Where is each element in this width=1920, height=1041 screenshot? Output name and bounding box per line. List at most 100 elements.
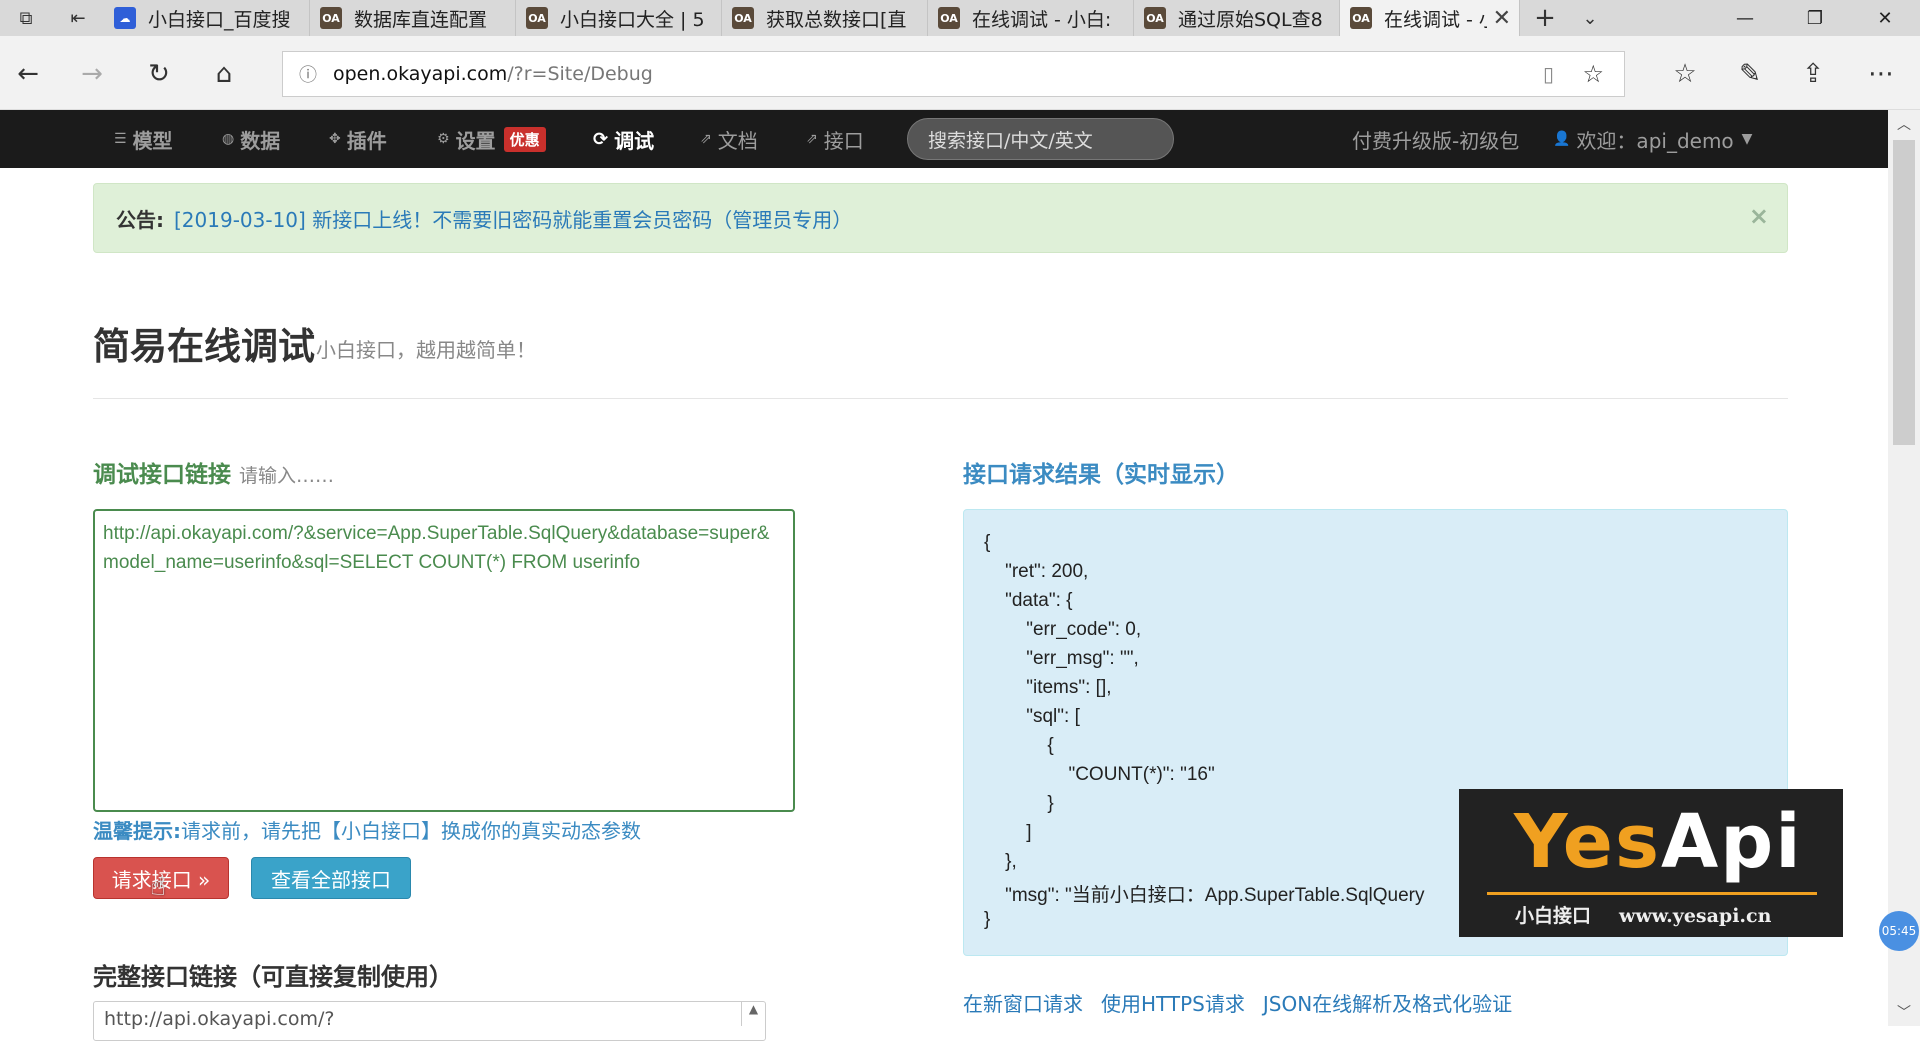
result-line: } — [984, 793, 1054, 814]
discount-badge: 优惠 — [503, 126, 546, 152]
refresh-icon: ⟳ — [593, 128, 609, 150]
announcement-banner: 公告: [2019-03-10] 新接口上线！不需要旧密码就能重置会员密码（管理… — [93, 183, 1788, 253]
info-icon[interactable]: ⓘ — [283, 61, 333, 87]
browser-tab[interactable]: OA 小白接口大全 | 5 — [516, 0, 722, 36]
share-icon[interactable]: ⇪ — [1793, 54, 1833, 94]
tab-title: 在线调试 - 小白: — [972, 8, 1112, 31]
nav-data[interactable]: ◍ 数据 — [222, 110, 280, 168]
okayapi-favicon-icon: OA — [938, 7, 960, 29]
result-line: { — [984, 735, 1054, 756]
announcement-link[interactable]: [2019-03-10] 新接口上线！不需要旧密码就能重置会员密码（管理员专用） — [174, 204, 852, 233]
page-scrollbar[interactable]: ︿ ﹀ — [1888, 110, 1920, 1026]
https-request-link[interactable]: 使用HTTPS请求 — [1101, 988, 1245, 1017]
scrollbar-thumb[interactable] — [1893, 140, 1915, 445]
nav-debug[interactable]: ⟳ 调试 — [593, 110, 654, 168]
nav-plugin[interactable]: ✥ 插件 — [329, 110, 387, 168]
view-all-apis-button[interactable]: 查看全部接口 — [251, 857, 411, 899]
result-line: "COUNT(*)": "16" — [984, 764, 1215, 785]
recording-timer-badge: 05:45 — [1879, 911, 1919, 951]
close-icon[interactable]: × — [1749, 202, 1769, 230]
browser-toolbar: ← → ↻ ⌂ ⓘ open.okayapi.com /?r=Site/Debu… — [0, 36, 1920, 110]
result-line: "data": { — [984, 590, 1073, 611]
warm-tip: 温馨提示:请求前，请先把【小白接口】换成你的真实动态参数 — [93, 819, 641, 843]
share-icon: ⇗ — [700, 131, 712, 147]
refresh-icon[interactable]: ↻ — [139, 54, 179, 94]
nav-api[interactable]: ⇗ 接口 — [806, 110, 864, 168]
result-line: "err_code": 0, — [984, 619, 1142, 640]
divider — [93, 398, 1788, 399]
restore-icon[interactable]: ❐ — [1780, 0, 1850, 36]
set-aside-tabs-icon[interactable]: ⇤ — [52, 0, 104, 36]
share-icon: ⇗ — [806, 131, 818, 147]
okayapi-favicon-icon: OA — [526, 7, 548, 29]
upgrade-link[interactable]: 付费升级版-初级包 — [1352, 110, 1519, 168]
yesapi-watermark-logo: YesApi 小白接口 www.yesapi.cn — [1459, 789, 1843, 937]
result-line: "msg": "当前小白接口：App.SuperTable.SqlQuery — [984, 885, 1425, 906]
nav-docs[interactable]: ⇗ 文档 — [700, 110, 758, 168]
browser-tab[interactable]: OA 在线调试 - 小白: — [928, 0, 1134, 36]
tab-actions-icon[interactable]: ⧉ — [0, 0, 52, 36]
tab-title: 小白接口_百度搜 — [148, 8, 291, 31]
debug-section-title: 调试接口链接 请输入…… — [93, 462, 335, 488]
browser-tab[interactable]: OA 获取总数接口[直 — [722, 0, 928, 36]
user-menu[interactable]: 👤 欢迎：api_demo ▼ — [1553, 110, 1752, 168]
close-tab-icon[interactable]: ✕ — [1493, 6, 1511, 31]
announcement-label: 公告: — [116, 207, 164, 232]
tab-title: 通过原始SQL查8 — [1178, 8, 1323, 31]
user-icon: 👤 — [1553, 131, 1571, 147]
home-icon[interactable]: ⌂ — [204, 54, 244, 94]
result-line: "ret": 200, — [984, 561, 1089, 582]
url-path: /?r=Site/Debug — [507, 63, 653, 85]
new-tab-icon[interactable]: + — [1520, 0, 1570, 36]
result-line: } — [984, 909, 991, 930]
close-window-icon[interactable]: ✕ — [1850, 0, 1920, 36]
back-arrow-icon[interactable]: ← — [8, 54, 48, 94]
result-line: }, — [984, 851, 1017, 872]
okayapi-favicon-icon: OA — [1144, 7, 1166, 29]
scroll-up-icon[interactable]: ︿ — [1888, 114, 1920, 134]
open-new-window-link[interactable]: 在新窗口请求 — [963, 988, 1083, 1017]
result-line: "err_msg": "", — [984, 648, 1139, 669]
debug-section-hint: 请输入…… — [239, 465, 335, 487]
minimize-icon[interactable]: — — [1710, 0, 1780, 36]
browser-tab[interactable]: OA 数据库直连配置 — [310, 0, 516, 36]
gear-icon: ⚙ — [437, 131, 450, 147]
favorite-star-icon[interactable]: ☆ — [1582, 60, 1604, 88]
browser-tab-active[interactable]: OA 在线调试 - 小 ✕ — [1340, 0, 1520, 36]
scroll-down-icon[interactable]: ﹀ — [1888, 1002, 1920, 1022]
tab-title: 在线调试 - 小 — [1384, 8, 1487, 31]
tab-title: 数据库直连配置 — [354, 8, 488, 31]
more-menu-icon[interactable]: ⋯ — [1861, 54, 1901, 94]
page-subtitle: 小白接口，越用越简单！ — [316, 338, 536, 362]
plugin-icon: ✥ — [329, 131, 341, 147]
nav-settings[interactable]: ⚙ 设置 优惠 — [437, 110, 546, 168]
result-line: "items": [], — [984, 677, 1112, 698]
reading-view-icon[interactable]: ▯ — [1543, 62, 1554, 86]
tab-title: 小白接口大全 | 5 — [560, 8, 705, 31]
browser-tab[interactable]: ☁ 小白接口_百度搜 — [104, 0, 310, 36]
api-search-input[interactable]: 搜索接口/中文/英文 — [907, 118, 1174, 160]
browser-tab[interactable]: OA 通过原始SQL查8 — [1134, 0, 1340, 36]
site-navbar: ☰ 模型 ◍ 数据 ✥ 插件 ⚙ 设置 优惠 ⟳ 调试 ⇗ 文档 ⇗ 接口 搜索接口/中文/英… — [0, 110, 1888, 168]
okayapi-favicon-icon: OA — [320, 7, 342, 29]
tab-title: 获取总数接口[直 — [766, 8, 907, 31]
okayapi-favicon-icon: OA — [732, 7, 754, 29]
forward-arrow-icon[interactable]: → — [72, 54, 112, 94]
address-bar[interactable]: ⓘ open.okayapi.com /?r=Site/Debug ▯ ☆ — [282, 51, 1625, 97]
json-validator-link[interactable]: JSON在线解析及格式化验证 — [1263, 988, 1512, 1017]
full-url-textarea[interactable]: http://api.okayapi.com/? ▲ — [93, 1001, 766, 1041]
baidu-favicon-icon: ☁ — [114, 7, 136, 29]
pen-icon[interactable]: ✎ — [1730, 54, 1770, 94]
url-host: open.okayapi.com — [333, 63, 508, 85]
nav-model[interactable]: ☰ 模型 — [114, 110, 173, 168]
caret-down-icon: ▼ — [1741, 131, 1753, 147]
favorites-hub-icon[interactable]: ☆ — [1665, 54, 1705, 94]
result-section-title: 接口请求结果（实时显示） — [963, 462, 1239, 488]
okayapi-favicon-icon: OA — [1350, 7, 1372, 29]
full-url-title: 完整接口链接（可直接复制使用） — [93, 963, 453, 991]
scroll-up-icon[interactable]: ▲ — [741, 1002, 765, 1026]
result-line: ] — [984, 822, 1032, 843]
debug-url-textarea[interactable]: http://api.okayapi.com/?&service=App.Sup… — [93, 509, 795, 812]
globe-icon: ◍ — [222, 131, 235, 147]
chevron-down-icon[interactable]: ⌄ — [1570, 0, 1610, 36]
